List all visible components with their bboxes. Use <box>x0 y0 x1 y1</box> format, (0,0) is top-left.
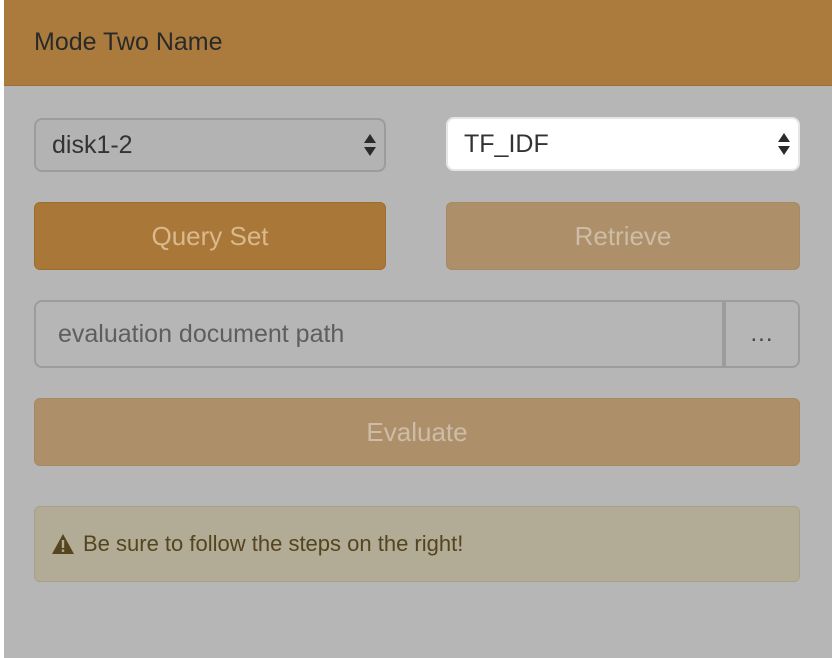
panel-title: Mode Two Name <box>34 28 223 56</box>
evaluate-button[interactable]: Evaluate <box>34 398 800 466</box>
model-select-value: TF_IDF <box>464 129 549 158</box>
select-arrows-icon <box>364 134 376 156</box>
alert-message: Be sure to follow the steps on the right… <box>83 531 464 556</box>
collection-select-value: disk1-2 <box>52 130 133 159</box>
mode-two-panel: Mode Two Name disk1-2 TF_IDF Query Set R… <box>4 0 832 658</box>
evaluation-path-input[interactable] <box>34 300 724 368</box>
warning-icon <box>51 533 75 555</box>
warning-alert: Be sure to follow the steps on the right… <box>34 506 800 582</box>
model-select[interactable]: TF_IDF <box>446 117 800 171</box>
browse-button[interactable]: ... <box>724 300 800 368</box>
query-set-button[interactable]: Query Set <box>34 202 386 270</box>
retrieve-button[interactable]: Retrieve <box>446 202 800 270</box>
select-arrows-icon <box>778 133 790 155</box>
panel-header: Mode Two Name <box>4 0 832 86</box>
collection-select[interactable]: disk1-2 <box>34 118 386 172</box>
